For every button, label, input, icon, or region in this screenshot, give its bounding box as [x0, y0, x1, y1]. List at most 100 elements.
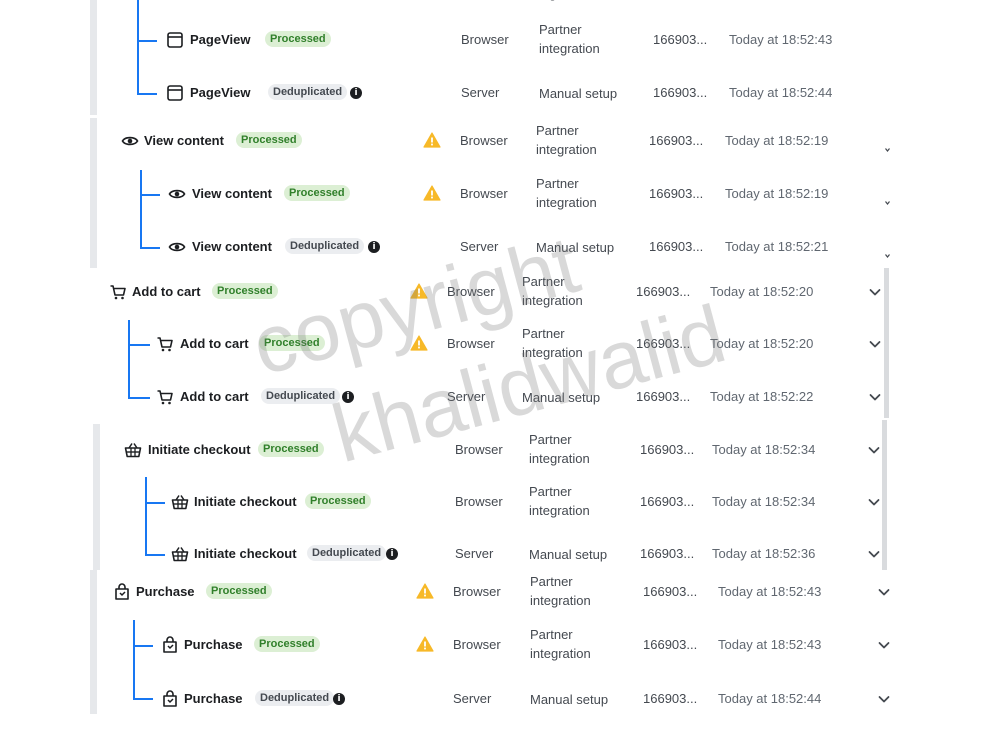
- window-icon: [166, 31, 184, 49]
- event-row[interactable]: Add to cart Processed Browser Partner integ…: [0, 326, 1000, 394]
- event-time: Today at 18:52:21: [725, 239, 829, 254]
- chevron-down-icon[interactable]: [877, 638, 891, 652]
- chevron-down-icon[interactable]: [885, 245, 890, 258]
- event-name: Add to cart: [180, 336, 249, 351]
- setup-method: Partner integration: [522, 274, 583, 308]
- setup-method: Manual setup: [522, 390, 601, 405]
- event-time: Today at 18:52:19: [725, 133, 829, 148]
- basket-icon: [171, 545, 189, 563]
- status-badge: Processed: [265, 31, 331, 47]
- event-time: Today at 18:52:20: [710, 284, 814, 299]
- event-time: Today at 18:52:36: [712, 546, 816, 561]
- shopping-bag-icon: [113, 583, 131, 601]
- info-icon[interactable]: i: [342, 391, 354, 403]
- chevron-down-icon[interactable]: [877, 585, 891, 599]
- event-row[interactable]: View content Processed Browser Partner inte…: [0, 176, 1000, 244]
- event-row[interactable]: Purchase Processed Browser Partner integrat…: [0, 627, 1000, 695]
- info-icon[interactable]: i: [350, 87, 362, 99]
- event-source: Browser: [447, 284, 495, 299]
- event-time: Today at 18:52:20: [710, 336, 814, 351]
- info-icon[interactable]: i: [386, 548, 398, 560]
- event-row[interactable]: Add to cart Processed Browser Partner integ…: [0, 274, 1000, 342]
- warning-icon[interactable]: [416, 583, 434, 599]
- status-badge: Processed: [305, 493, 371, 509]
- event-id: 166903...: [636, 389, 691, 404]
- chevron-down-icon[interactable]: [877, 692, 891, 706]
- event-time: Today at 18:52:19: [725, 186, 829, 201]
- event-id: 166903...: [653, 85, 708, 100]
- setup-method: Manual setup: [536, 240, 615, 255]
- event-row[interactable]: Initiate checkout Processed Browser Partner…: [0, 484, 1000, 552]
- chevron-down-icon[interactable]: [885, 192, 890, 205]
- warning-icon[interactable]: [410, 335, 428, 351]
- chevron-down-icon[interactable]: [867, 495, 881, 509]
- setup-method: Partner integration: [522, 326, 583, 360]
- info-icon[interactable]: i: [333, 693, 345, 705]
- event-time: Today at 18:52:43: [718, 637, 822, 652]
- event-id: 166903...: [640, 494, 695, 509]
- chevron-down-icon[interactable]: [885, 139, 890, 152]
- status-badge: Processed: [254, 636, 320, 652]
- event-row[interactable]: Purchase Processed Browser Partner integrat…: [0, 574, 1000, 642]
- chevron-down-icon[interactable]: [867, 547, 881, 561]
- event-source: Browser: [455, 494, 503, 509]
- event-row[interactable]: Add to cart Deduplicated i Server Manual set…: [0, 388, 1000, 447]
- event-source: Server: [447, 389, 486, 404]
- event-id: 166903...: [640, 546, 695, 561]
- chevron-down-icon[interactable]: [868, 390, 882, 404]
- chevron-down-icon[interactable]: [867, 443, 881, 457]
- setup-method: Partner integration: [536, 123, 597, 157]
- warning-icon[interactable]: [410, 283, 428, 299]
- event-source: Browser: [461, 32, 509, 47]
- setup-method: Partner integration: [539, 22, 600, 56]
- status-badge: Deduplicated: [261, 388, 341, 404]
- warning-icon[interactable]: [423, 185, 441, 201]
- setup-method: Partner integration: [530, 627, 591, 661]
- event-source: Browser: [460, 186, 508, 201]
- event-name: Initiate checkout: [148, 442, 251, 457]
- event-name: View content: [144, 133, 224, 148]
- event-id: 166903...: [643, 637, 698, 652]
- setup-method: Partner integration: [530, 574, 591, 608]
- event-id: 166903...: [636, 336, 691, 351]
- status-badge: Processed: [259, 335, 325, 351]
- event-id: 166903...: [643, 584, 698, 599]
- setup-method: Manual setup: [530, 692, 609, 707]
- status-badge: Deduplicated: [307, 545, 387, 561]
- event-source: Server: [455, 546, 494, 561]
- event-name: View content: [192, 186, 272, 201]
- event-row[interactable]: View content Processed Browser Partner inte…: [0, 123, 1000, 191]
- status-badge: Processed: [284, 185, 350, 201]
- info-icon[interactable]: i: [368, 241, 380, 253]
- event-time: Today at 18:52:34: [712, 494, 816, 509]
- status-badge: Deduplicated: [268, 84, 348, 100]
- event-name: Initiate checkout: [194, 494, 297, 509]
- event-row[interactable]: PageView Processed Browser Partner integrat…: [0, 22, 1000, 90]
- event-source: Server: [453, 691, 492, 706]
- chevron-down-icon[interactable]: [868, 285, 882, 299]
- event-time: Today at 18:52:43: [718, 584, 822, 599]
- event-name: Add to cart: [180, 389, 249, 404]
- event-name: Initiate checkout: [194, 546, 297, 561]
- event-name: View content: [192, 239, 272, 254]
- warning-icon[interactable]: [423, 132, 441, 148]
- event-row[interactable]: Initiate checkout Processed Browser Partner…: [0, 432, 1000, 500]
- event-source: Server: [460, 239, 499, 254]
- warning-icon[interactable]: [416, 636, 434, 652]
- event-time: Today at 18:52:44: [718, 691, 822, 706]
- clipped-text: ing: [539, 0, 579, 1]
- eye-icon: [121, 132, 139, 150]
- event-row[interactable]: Purchase Deduplicated i Server Manual setup 1…: [0, 690, 1000, 749]
- status-badge: Processed: [206, 583, 272, 599]
- event-source: Browser: [460, 133, 508, 148]
- event-name: Purchase: [184, 691, 243, 706]
- event-time: Today at 18:52:43: [729, 32, 833, 47]
- event-source: Server: [461, 85, 500, 100]
- chevron-down-icon[interactable]: [868, 337, 882, 351]
- status-badge: Processed: [258, 441, 324, 457]
- event-name: Add to cart: [132, 284, 201, 299]
- setup-method: Partner integration: [529, 432, 590, 466]
- event-source: Browser: [453, 637, 501, 652]
- setup-method: Manual setup: [529, 547, 608, 562]
- basket-icon: [124, 441, 142, 459]
